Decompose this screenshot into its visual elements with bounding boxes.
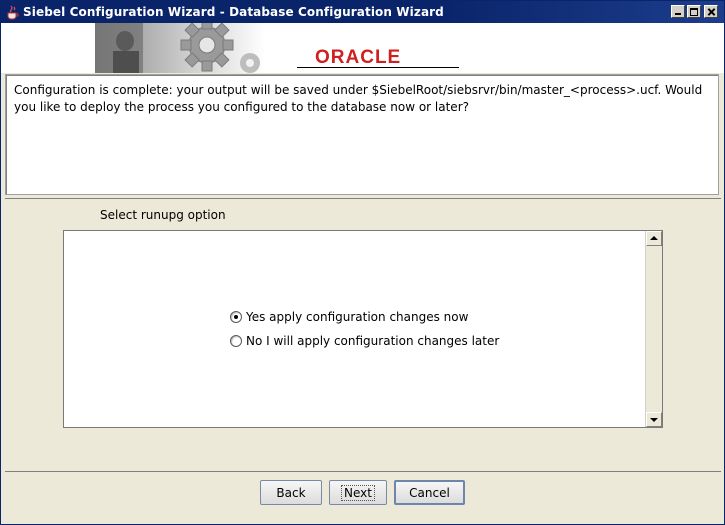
divider (5, 198, 721, 199)
completion-message: Configuration is complete: your output w… (14, 83, 703, 114)
back-button[interactable]: Back (260, 480, 322, 505)
divider (5, 471, 721, 472)
gear-icon (95, 23, 265, 73)
maximize-icon[interactable] (687, 5, 701, 18)
cancel-button[interactable]: Cancel (394, 480, 465, 505)
window-title: Siebel Configuration Wizard - Database C… (23, 5, 444, 19)
next-button[interactable]: Next (329, 480, 387, 505)
java-cup-icon (7, 5, 19, 20)
option-apply-later[interactable]: No I will apply configuration changes la… (230, 333, 499, 349)
scroll-up-icon[interactable] (646, 231, 662, 246)
option-label: Yes apply configuration changes now (246, 310, 469, 324)
header-banner: ORACLE (1, 23, 724, 73)
oracle-logo: ORACLE (315, 47, 402, 68)
close-icon[interactable] (704, 5, 718, 18)
message-panel: Configuration is complete: your output w… (5, 74, 719, 195)
wizard-window: Siebel Configuration Wizard - Database C… (0, 0, 725, 525)
radio-button[interactable] (230, 335, 242, 347)
minimize-icon[interactable] (671, 5, 685, 18)
option-label: No I will apply configuration changes la… (246, 334, 500, 348)
runupg-label: Select runupg option (100, 208, 226, 222)
scroll-down-icon[interactable] (646, 412, 662, 427)
radio-button-selected[interactable] (230, 311, 242, 323)
option-apply-now[interactable]: Yes apply configuration changes now (230, 309, 468, 325)
options-list: Yes apply configuration changes now No I… (63, 230, 663, 428)
vertical-scrollbar[interactable] (645, 231, 662, 427)
logo-underline (297, 67, 459, 68)
next-button-label: Next (341, 484, 375, 501)
title-bar[interactable]: Siebel Configuration Wizard - Database C… (1, 1, 724, 23)
